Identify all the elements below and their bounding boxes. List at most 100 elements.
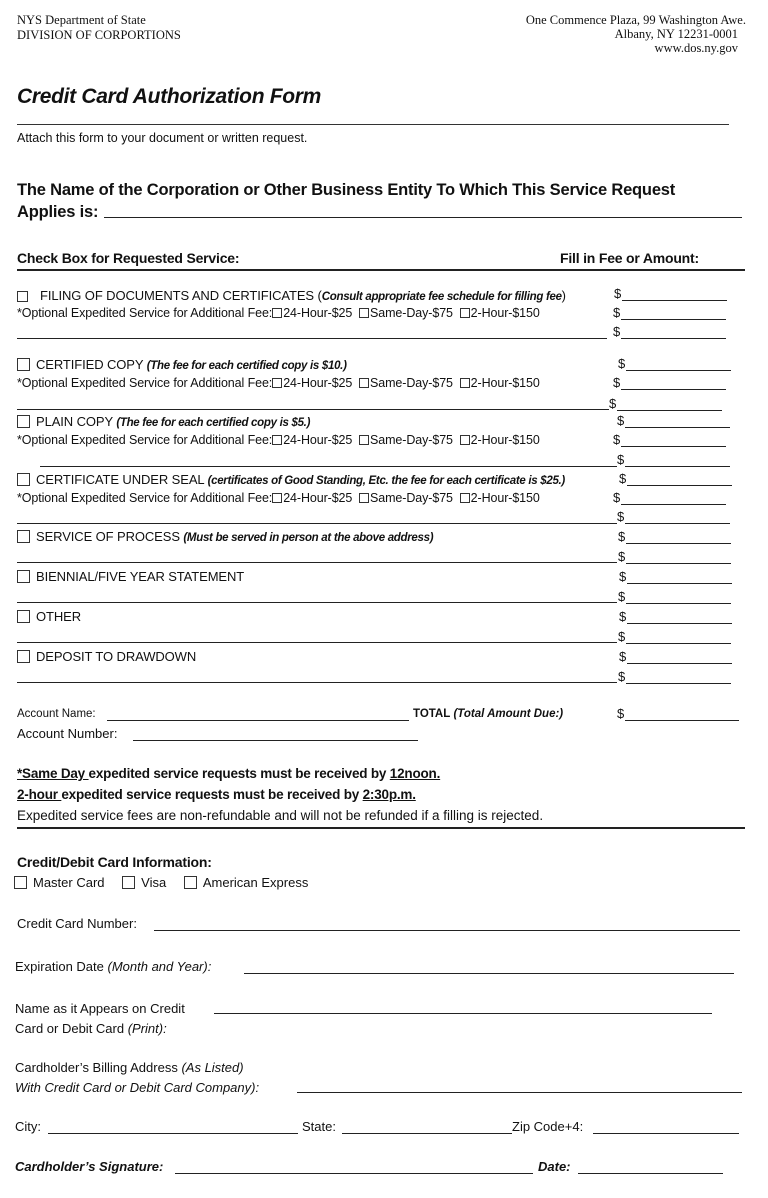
- plain-copy-sameday-checkbox[interactable]: [359, 435, 370, 445]
- certificate-under-seal-expedited-options: *Optional Expedited Service for Addition…: [17, 491, 540, 505]
- mastercard-checkbox[interactable]: [14, 876, 27, 889]
- visa-checkbox[interactable]: [122, 876, 136, 889]
- certified-copy-extra-line[interactable]: [17, 409, 609, 410]
- certified-copy-expedited-fee-field[interactable]: $: [613, 375, 727, 390]
- filing-24hour-checkbox[interactable]: [272, 308, 283, 318]
- cardholder-name-label: Name as it Appears on Credit Card or Deb…: [15, 1001, 185, 1036]
- plain-copy-fee-field[interactable]: $: [617, 413, 731, 428]
- filing-fee-field[interactable]: $: [614, 286, 728, 301]
- total-amount-field[interactable]: $: [617, 706, 740, 721]
- certificate-under-seal-sameday-checkbox[interactable]: [359, 493, 370, 503]
- account-number-field[interactable]: [133, 740, 418, 741]
- certified-copy-fee-field[interactable]: $: [618, 356, 732, 371]
- service-of-process-extra-fee-field[interactable]: $: [618, 549, 732, 564]
- cardholder-name-field[interactable]: [214, 1013, 712, 1014]
- other-extra-line[interactable]: [17, 642, 617, 643]
- filing-extra-line[interactable]: [17, 338, 607, 339]
- certificate-under-seal-extra-line[interactable]: [17, 523, 617, 524]
- attach-instruction: Attach this form to your document or wri…: [17, 131, 308, 145]
- service-biennial-statement: BIENNIAL/FIVE YEAR STATEMENT: [17, 569, 244, 584]
- service-filing: FILING OF DOCUMENTS AND CERTIFICATES (Co…: [17, 288, 566, 303]
- deposit-to-drawdown-checkbox[interactable]: [17, 650, 30, 663]
- plain-copy-2hour-checkbox[interactable]: [459, 435, 470, 445]
- card-type-amex[interactable]: American Express: [183, 875, 308, 890]
- amex-checkbox[interactable]: [183, 876, 197, 889]
- city-field[interactable]: [48, 1133, 298, 1134]
- plain-copy-expedited-fee-field[interactable]: $: [613, 432, 727, 447]
- plain-copy-checkbox[interactable]: [17, 415, 30, 428]
- certificate-under-seal-extra-fee-field[interactable]: $: [617, 509, 731, 524]
- certificate-under-seal-2hour-checkbox[interactable]: [459, 493, 470, 503]
- deposit-to-drawdown-extra-fee-field[interactable]: $: [618, 669, 732, 684]
- plain-copy-expedited-options: *Optional Expedited Service for Addition…: [17, 433, 540, 447]
- filing-expedited-options: *Optional Expedited Service for Addition…: [17, 306, 540, 320]
- state-field[interactable]: [342, 1133, 512, 1134]
- plain-copy-note: (The fee for each certified copy is $5.): [116, 417, 311, 429]
- website-link[interactable]: www.dos.ny.gov: [526, 41, 738, 55]
- agency-name: NYS Department of State: [17, 13, 146, 27]
- service-of-process-extra-line[interactable]: [17, 562, 617, 563]
- same-day-notice: *Same Day expedited service requests mus…: [17, 766, 441, 781]
- service-certificate-under-seal: CERTIFICATE UNDER SEAL (certificates of …: [17, 472, 565, 487]
- certificate-under-seal-24hour-checkbox[interactable]: [272, 493, 283, 503]
- biennial-statement-fee-field[interactable]: $: [619, 569, 733, 584]
- signature-label: Cardholder’s Signature:: [15, 1159, 164, 1174]
- plain-copy-extra-line[interactable]: [40, 466, 617, 467]
- zip-field[interactable]: [593, 1133, 739, 1134]
- card-type-visa[interactable]: Visa: [122, 875, 166, 890]
- service-other: OTHER: [17, 609, 81, 624]
- card-type-options: Master Card Visa American Express: [14, 875, 308, 890]
- filing-extra-fee-field[interactable]: $: [613, 324, 727, 339]
- billing-address-field[interactable]: [297, 1092, 742, 1093]
- biennial-statement-extra-fee-field[interactable]: $: [618, 589, 732, 604]
- city-label: City:: [15, 1119, 41, 1134]
- entity-name-field[interactable]: [104, 217, 742, 218]
- certified-copy-24hour-checkbox[interactable]: [272, 378, 283, 388]
- filing-note: Consult appropriate fee schedule for fil…: [321, 291, 562, 303]
- service-of-process-fee-field[interactable]: $: [618, 529, 732, 544]
- filing-expedited-fee-field[interactable]: $: [613, 305, 727, 320]
- card-info-heading: Credit/Debit Card Information:: [17, 854, 212, 870]
- address-street: One Commence Plaza, 99 Washington Awe.: [525, 13, 746, 27]
- date-field[interactable]: [578, 1173, 723, 1174]
- filing-checkbox[interactable]: [17, 291, 28, 302]
- plain-copy-24hour-checkbox[interactable]: [272, 435, 283, 445]
- date-label: Date:: [538, 1159, 571, 1174]
- certified-copy-sameday-checkbox[interactable]: [359, 378, 370, 388]
- certificate-under-seal-expedited-fee-field[interactable]: $: [613, 490, 727, 505]
- expiration-field[interactable]: [244, 973, 734, 974]
- zip-label: Zip Code+4:: [512, 1119, 584, 1134]
- biennial-statement-checkbox[interactable]: [17, 570, 30, 583]
- total-label: TOTAL (Total Amount Due:): [413, 708, 564, 720]
- card-number-label: Credit Card Number:: [17, 916, 137, 931]
- service-plain-copy: PLAIN COPY (The fee for each certified c…: [17, 414, 310, 429]
- expiration-label: Expiration Date (Month and Year):: [15, 959, 212, 974]
- entity-prompt-line2: Applies is:: [17, 203, 99, 221]
- certificate-under-seal-note: (certificates of Good Standing, Etc. the…: [207, 475, 566, 487]
- form-title: Credit Card Authorization Form: [17, 85, 322, 108]
- certificate-under-seal-fee-field[interactable]: $: [619, 471, 733, 486]
- service-of-process-note: (Must be served in person at the above a…: [183, 532, 434, 544]
- deposit-to-drawdown-fee-field[interactable]: $: [619, 649, 733, 664]
- certified-copy-2hour-checkbox[interactable]: [459, 378, 470, 388]
- state-label: State:: [302, 1119, 336, 1134]
- entity-prompt-line1: The Name of the Corporation or Other Bus…: [17, 181, 676, 199]
- card-type-mastercard[interactable]: Master Card: [14, 875, 105, 890]
- card-number-field[interactable]: [154, 930, 740, 931]
- deposit-to-drawdown-extra-line[interactable]: [17, 682, 617, 683]
- plain-copy-extra-fee-field[interactable]: $: [617, 452, 731, 467]
- other-fee-field[interactable]: $: [619, 609, 733, 624]
- other-extra-fee-field[interactable]: $: [618, 629, 732, 644]
- certified-copy-checkbox[interactable]: [17, 358, 30, 371]
- signature-field[interactable]: [175, 1173, 533, 1174]
- filing-sameday-checkbox[interactable]: [359, 308, 370, 318]
- certificate-under-seal-checkbox[interactable]: [17, 473, 30, 486]
- refund-notice: Expedited service fees are non-refundabl…: [17, 808, 544, 823]
- certified-copy-note: (The fee for each certified copy is $10.…: [146, 360, 347, 372]
- other-checkbox[interactable]: [17, 610, 30, 623]
- certified-copy-extra-fee-field[interactable]: $: [609, 396, 723, 411]
- filing-2hour-checkbox[interactable]: [459, 308, 470, 318]
- biennial-statement-extra-line[interactable]: [17, 602, 617, 603]
- service-of-process-checkbox[interactable]: [17, 530, 30, 543]
- account-name-field[interactable]: [107, 720, 409, 721]
